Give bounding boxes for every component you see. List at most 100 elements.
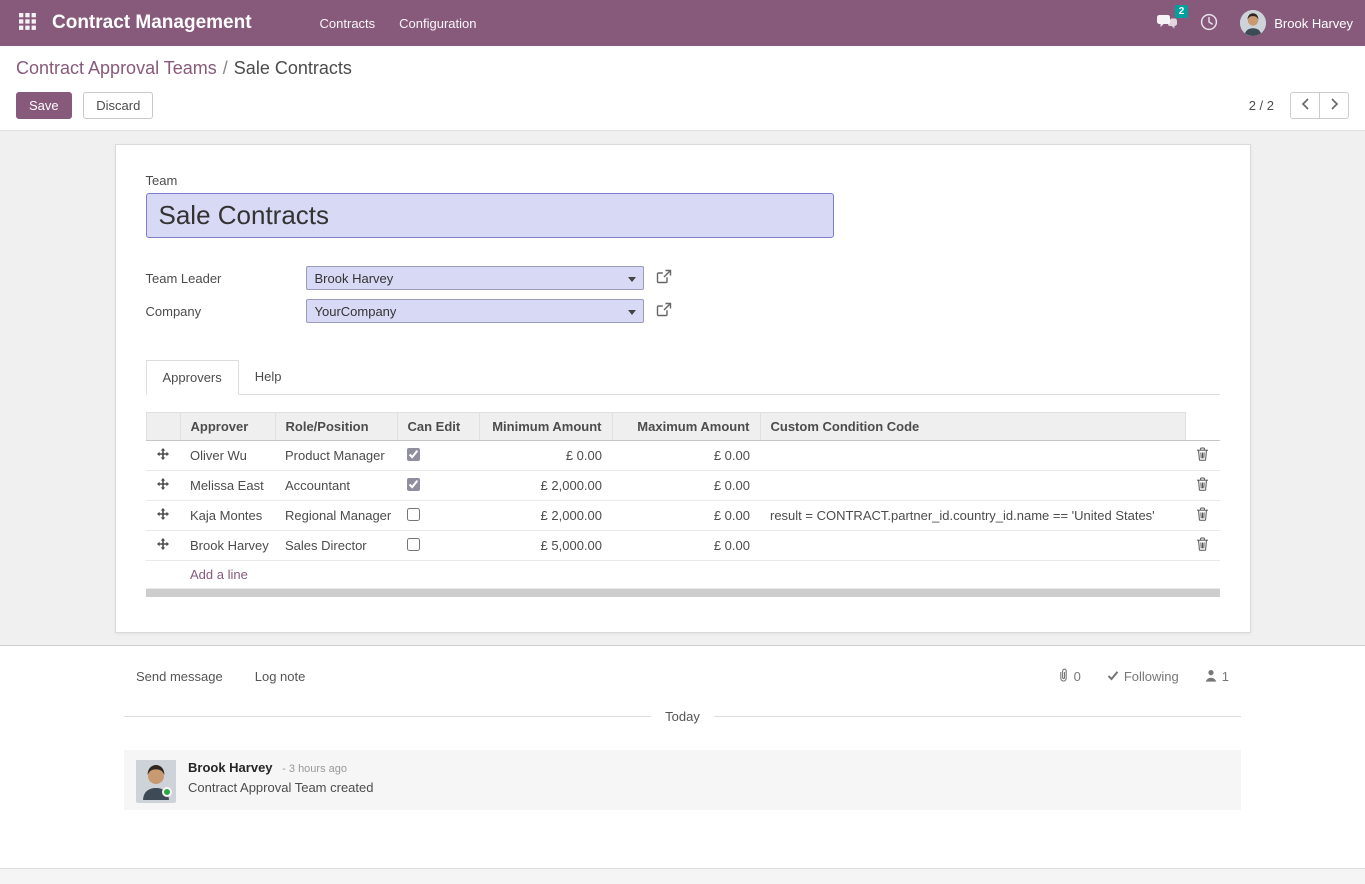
delete-row-button[interactable] bbox=[1196, 447, 1209, 464]
table-row[interactable]: Oliver Wu Product Manager £ 0.00 £ 0.00 bbox=[146, 441, 1220, 471]
form-action-buttons: Save Discard bbox=[16, 92, 153, 119]
approver-cell[interactable]: Oliver Wu bbox=[180, 441, 275, 471]
can-edit-checkbox[interactable] bbox=[407, 538, 420, 551]
user-icon bbox=[1205, 669, 1217, 685]
approver-cell[interactable]: Kaja Montes bbox=[180, 501, 275, 531]
can-edit-checkbox[interactable] bbox=[407, 448, 420, 461]
log-note-button[interactable]: Log note bbox=[255, 669, 306, 684]
team-leader-value: Brook Harvey bbox=[315, 271, 394, 286]
paperclip-icon bbox=[1058, 668, 1069, 685]
condition-cell[interactable] bbox=[760, 531, 1186, 561]
record-pager: 2 / 2 bbox=[1249, 92, 1349, 119]
drag-handle[interactable] bbox=[146, 531, 180, 561]
trash-icon bbox=[1196, 537, 1209, 554]
team-name-input[interactable] bbox=[146, 193, 834, 238]
delete-row-button[interactable] bbox=[1196, 537, 1209, 554]
send-message-button[interactable]: Send message bbox=[136, 669, 223, 684]
user-name: Brook Harvey bbox=[1274, 16, 1353, 31]
pager-next-button[interactable] bbox=[1319, 92, 1349, 119]
can-edit-checkbox[interactable] bbox=[407, 478, 420, 491]
min-amount-column-header[interactable]: Minimum Amount bbox=[479, 413, 612, 441]
table-horizontal-scrollbar[interactable] bbox=[146, 589, 1220, 597]
divider-line bbox=[124, 716, 651, 717]
min-amount-cell[interactable]: £ 2,000.00 bbox=[479, 501, 612, 531]
form-field-group: Team Leader Brook Harvey Company YourCom… bbox=[146, 266, 1220, 323]
role-cell[interactable]: Regional Manager bbox=[275, 501, 397, 531]
condition-cell[interactable]: result = CONTRACT.partner_id.country_id.… bbox=[760, 501, 1186, 531]
table-row[interactable]: Kaja Montes Regional Manager £ 2,000.00 … bbox=[146, 501, 1220, 531]
apps-menu-button[interactable] bbox=[12, 0, 42, 46]
can-edit-cell bbox=[397, 501, 479, 531]
message-author-name: Brook Harvey bbox=[188, 760, 273, 775]
chatter-message: Brook Harvey - 3 hours ago Contract Appr… bbox=[124, 750, 1241, 810]
form-view-content: Team Team Leader Brook Harvey Company Yo… bbox=[0, 131, 1365, 645]
approver-column-header[interactable]: Approver bbox=[180, 413, 275, 441]
role-cell[interactable]: Accountant bbox=[275, 471, 397, 501]
following-label: Following bbox=[1124, 669, 1179, 684]
messages-count-badge: 2 bbox=[1175, 5, 1189, 18]
max-amount-cell[interactable]: £ 0.00 bbox=[612, 531, 760, 561]
save-button[interactable]: Save bbox=[16, 92, 72, 119]
condition-column-header[interactable]: Custom Condition Code bbox=[760, 413, 1186, 441]
min-amount-cell[interactable]: £ 0.00 bbox=[479, 441, 612, 471]
add-line-row: Add a line bbox=[146, 561, 1220, 589]
role-cell[interactable]: Product Manager bbox=[275, 441, 397, 471]
can-edit-cell bbox=[397, 441, 479, 471]
messages-button[interactable]: 2 bbox=[1156, 14, 1178, 33]
handle-column-header bbox=[146, 413, 180, 441]
drag-handle[interactable] bbox=[146, 441, 180, 471]
discard-button[interactable]: Discard bbox=[83, 92, 153, 119]
trash-icon bbox=[1196, 447, 1209, 464]
followers-button[interactable]: 1 bbox=[1205, 669, 1229, 685]
team-leader-open-record-button[interactable] bbox=[656, 269, 672, 287]
drag-handle[interactable] bbox=[146, 501, 180, 531]
can-edit-cell bbox=[397, 471, 479, 501]
company-select[interactable]: YourCompany bbox=[306, 299, 644, 323]
table-row[interactable]: Brook Harvey Sales Director £ 5,000.00 £… bbox=[146, 531, 1220, 561]
trash-icon bbox=[1196, 477, 1209, 494]
approver-cell[interactable]: Brook Harvey bbox=[180, 531, 275, 561]
delete-row-button[interactable] bbox=[1196, 507, 1209, 524]
can-edit-cell bbox=[397, 531, 479, 561]
condition-cell[interactable] bbox=[760, 441, 1186, 471]
message-body: Contract Approval Team created bbox=[188, 780, 373, 795]
menu-configuration[interactable]: Configuration bbox=[387, 0, 488, 46]
min-amount-cell[interactable]: £ 2,000.00 bbox=[479, 471, 612, 501]
company-open-record-button[interactable] bbox=[656, 302, 672, 320]
message-content: Brook Harvey - 3 hours ago Contract Appr… bbox=[188, 760, 373, 800]
approver-cell[interactable]: Melissa East bbox=[180, 471, 275, 501]
message-header: Brook Harvey - 3 hours ago bbox=[188, 760, 373, 775]
control-panel-row: Save Discard 2 / 2 bbox=[16, 92, 1349, 119]
max-amount-column-header[interactable]: Maximum Amount bbox=[612, 413, 760, 441]
add-a-line-link[interactable]: Add a line bbox=[190, 567, 248, 582]
role-column-header[interactable]: Role/Position bbox=[275, 413, 397, 441]
table-row[interactable]: Melissa East Accountant £ 2,000.00 £ 0.0… bbox=[146, 471, 1220, 501]
following-button[interactable]: Following bbox=[1107, 669, 1179, 684]
team-leader-select[interactable]: Brook Harvey bbox=[306, 266, 644, 290]
navbar-left: Contract Management Contracts Configurat… bbox=[12, 0, 489, 46]
role-cell[interactable]: Sales Director bbox=[275, 531, 397, 561]
tab-help[interactable]: Help bbox=[239, 360, 298, 394]
tab-approvers[interactable]: Approvers bbox=[146, 360, 239, 395]
max-amount-cell[interactable]: £ 0.00 bbox=[612, 501, 760, 531]
form-sheet: Team Team Leader Brook Harvey Company Yo… bbox=[115, 144, 1251, 633]
min-amount-cell[interactable]: £ 5,000.00 bbox=[479, 531, 612, 561]
user-menu-button[interactable]: Brook Harvey bbox=[1240, 10, 1353, 36]
drag-handle[interactable] bbox=[146, 471, 180, 501]
condition-cell[interactable] bbox=[760, 471, 1186, 501]
company-label: Company bbox=[146, 304, 306, 319]
company-value: YourCompany bbox=[315, 304, 397, 319]
menu-contracts[interactable]: Contracts bbox=[308, 0, 388, 46]
can-edit-column-header[interactable]: Can Edit bbox=[397, 413, 479, 441]
max-amount-cell[interactable]: £ 0.00 bbox=[612, 471, 760, 501]
breadcrumb-current: Sale Contracts bbox=[234, 58, 352, 78]
max-amount-cell[interactable]: £ 0.00 bbox=[612, 441, 760, 471]
date-divider: Today bbox=[124, 709, 1241, 724]
can-edit-checkbox[interactable] bbox=[407, 508, 420, 521]
breadcrumb-parent-link[interactable]: Contract Approval Teams bbox=[16, 58, 217, 78]
delete-row-button[interactable] bbox=[1196, 477, 1209, 494]
pager-previous-button[interactable] bbox=[1290, 92, 1320, 119]
attachments-button[interactable]: 0 bbox=[1058, 668, 1081, 685]
activities-button[interactable] bbox=[1200, 13, 1218, 34]
navbar-right: 2 Brook Harvey bbox=[1156, 0, 1353, 46]
